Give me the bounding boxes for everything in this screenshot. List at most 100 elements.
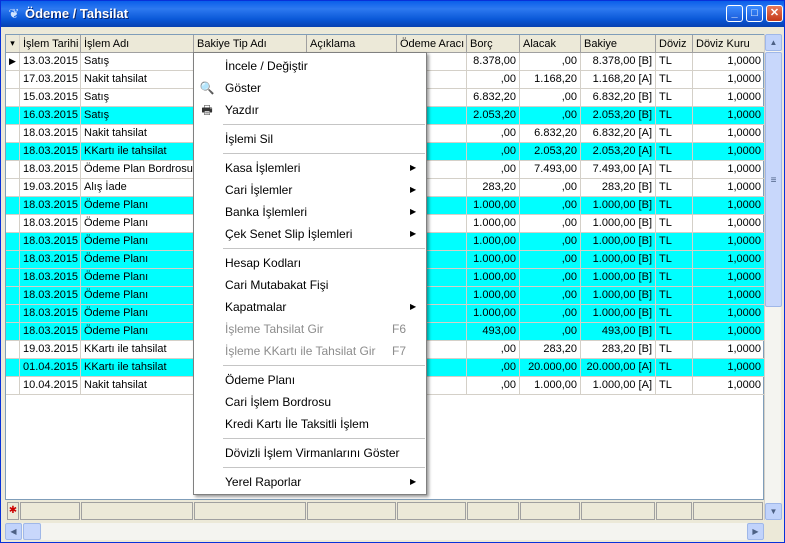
table-cell: 1.000,00 xyxy=(467,215,520,232)
footer-cell xyxy=(520,502,580,520)
menu-item-17[interactable]: Ödeme Planı xyxy=(194,369,426,391)
col-aciklama-header[interactable]: Açıklama xyxy=(307,35,397,53)
title-bar[interactable]: ❦ Ödeme / Tahsilat _ □ ✕ xyxy=(1,1,784,27)
menu-item-9[interactable]: Çek Senet Slip İşlemleri ▶ xyxy=(194,223,426,245)
table-cell: 1.000,00 xyxy=(467,269,520,286)
vertical-scrollbar[interactable]: ▲ ≡ ▼ xyxy=(764,34,782,520)
table-cell: Ödeme Planı xyxy=(81,323,194,340)
table-cell: TL xyxy=(656,233,693,250)
sort-indicator-icon[interactable]: ▾ xyxy=(6,35,20,52)
table-cell: 2.053,20 [B] xyxy=(581,107,656,124)
col-doviz-kuru-header[interactable]: Döviz Kuru xyxy=(693,35,765,53)
app-icon: ❦ xyxy=(8,6,20,21)
menu-separator xyxy=(223,438,425,439)
table-cell: 6.832,20 xyxy=(467,89,520,106)
menu-item-11[interactable]: Hesap Kodları xyxy=(194,252,426,274)
menu-item-23[interactable]: Yerel Raporlar ▶ xyxy=(194,471,426,493)
table-cell: Alış İade xyxy=(81,179,194,196)
col-alacak-header[interactable]: Alacak xyxy=(520,35,581,53)
table-cell: 18.03.2015 xyxy=(20,125,81,142)
table-cell: ,00 xyxy=(520,305,581,322)
printer-icon: 🖶 xyxy=(201,103,213,117)
table-cell: TL xyxy=(656,53,693,70)
table-cell: 18.03.2015 xyxy=(20,287,81,304)
menu-item-13[interactable]: Kapatmalar ▶ xyxy=(194,296,426,318)
row-indicator xyxy=(6,197,20,214)
menu-item-21[interactable]: Dövizli İşlem Virmanlarını Göster xyxy=(194,442,426,464)
table-cell: 1,0000 xyxy=(693,341,765,358)
menu-item-19[interactable]: Kredi Kartı İle Taksitli İşlem xyxy=(194,413,426,435)
menu-item-8[interactable]: Banka İşlemleri ▶ xyxy=(194,201,426,223)
footer-cell xyxy=(81,502,193,520)
menu-item-1[interactable]: 🔍 Göster xyxy=(194,77,426,99)
table-cell: TL xyxy=(656,125,693,142)
table-cell: 8.378,00 xyxy=(467,53,520,70)
table-cell: 7.493,00 xyxy=(520,161,581,178)
table-cell: 20.000,00 [A] xyxy=(581,359,656,376)
table-cell: TL xyxy=(656,359,693,376)
table-cell: 18.03.2015 xyxy=(20,269,81,286)
table-cell: ,00 xyxy=(520,323,581,340)
table-cell: TL xyxy=(656,107,693,124)
preview-icon: 🔍 xyxy=(199,81,215,95)
table-cell: Nakit tahsilat xyxy=(81,71,194,88)
menu-item-12[interactable]: Cari Mutabakat Fişi xyxy=(194,274,426,296)
table-cell: TL xyxy=(656,377,693,394)
scroll-thumb[interactable]: ≡ xyxy=(765,52,782,307)
scroll-right-icon[interactable]: ▶ xyxy=(747,523,764,540)
table-cell: 1,0000 xyxy=(693,143,765,160)
table-cell: 18.03.2015 xyxy=(20,233,81,250)
table-cell: 18.03.2015 xyxy=(20,197,81,214)
scroll-down-icon[interactable]: ▼ xyxy=(765,503,782,520)
table-cell: Ödeme Planı xyxy=(81,251,194,268)
menu-item-label: İşleme Tahsilat Gir xyxy=(225,322,324,336)
table-cell: 1.000,00 [B] xyxy=(581,251,656,268)
table-cell: ,00 xyxy=(467,161,520,178)
menu-item-2[interactable]: 🖶 Yazdır xyxy=(194,99,426,121)
scroll-left-icon[interactable]: ◀ xyxy=(5,523,22,540)
minimize-button[interactable]: _ xyxy=(726,5,743,22)
scroll-up-icon[interactable]: ▲ xyxy=(765,34,782,51)
table-cell: KKartı ile tahsilat xyxy=(81,143,194,160)
table-cell: ,00 xyxy=(467,125,520,142)
col-bakiye-header[interactable]: Bakiye xyxy=(581,35,656,53)
row-indicator xyxy=(6,143,20,160)
close-button[interactable]: ✕ xyxy=(766,5,783,22)
table-cell: 1,0000 xyxy=(693,251,765,268)
col-odeme-araci-header[interactable]: Ödeme Aracı xyxy=(397,35,467,53)
table-cell: 1,0000 xyxy=(693,179,765,196)
table-cell: 01.04.2015 xyxy=(20,359,81,376)
table-cell: ,00 xyxy=(520,215,581,232)
menu-item-7[interactable]: Cari İşlemler ▶ xyxy=(194,179,426,201)
col-islem-tarihi-header[interactable]: İşlem Tarihi xyxy=(20,35,81,53)
hscroll-thumb[interactable] xyxy=(23,523,41,540)
menu-item-6[interactable]: Kasa İşlemleri ▶ xyxy=(194,157,426,179)
table-cell: Nakit tahsilat xyxy=(81,377,194,394)
table-cell: ,00 xyxy=(520,179,581,196)
table-cell: TL xyxy=(656,89,693,106)
record-icon: ✱ xyxy=(7,502,19,520)
table-cell: ,00 xyxy=(467,143,520,160)
horizontal-scrollbar[interactable]: ◀ ▶ xyxy=(5,523,764,540)
table-cell: 1.000,00 xyxy=(467,287,520,304)
menu-item-18[interactable]: Cari İşlem Bordrosu xyxy=(194,391,426,413)
submenu-arrow-icon: ▶ xyxy=(410,207,417,216)
table-cell: 1,0000 xyxy=(693,53,765,70)
table-cell: 2.053,20 [A] xyxy=(581,143,656,160)
row-indicator xyxy=(6,341,20,358)
menu-item-0[interactable]: İncele / Değiştir xyxy=(194,55,426,77)
col-borc-header[interactable]: Borç xyxy=(467,35,520,53)
table-cell: 1.000,00 xyxy=(467,251,520,268)
footer-cell xyxy=(20,502,80,520)
table-cell: ,00 xyxy=(520,107,581,124)
col-bakiye-tip-adi-header[interactable]: Bakiye Tip Adı xyxy=(194,35,307,53)
table-cell: 1.000,00 [A] xyxy=(581,377,656,394)
menu-item-4[interactable]: İşlemi Sil xyxy=(194,128,426,150)
table-cell: ,00 xyxy=(520,287,581,304)
menu-shortcut: F7 xyxy=(392,344,407,358)
row-indicator xyxy=(6,323,20,340)
window-title: Ödeme / Tahsilat xyxy=(25,6,129,21)
maximize-button[interactable]: □ xyxy=(746,5,763,22)
col-doviz-header[interactable]: Döviz xyxy=(656,35,693,53)
col-islem-adi-header[interactable]: İşlem Adı xyxy=(81,35,194,53)
